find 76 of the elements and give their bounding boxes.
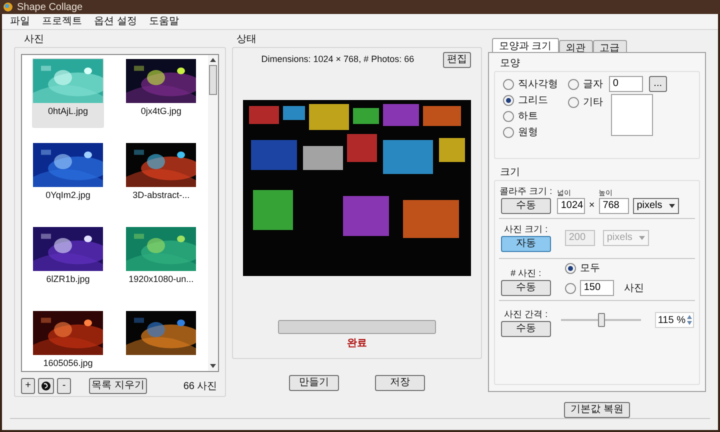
- menu-item[interactable]: 파일: [10, 14, 30, 29]
- radio-button[interactable]: [502, 94, 514, 106]
- file-name: 0htAjL.jpg: [48, 105, 88, 118]
- width-field[interactable]: 1024: [556, 198, 585, 214]
- mode-button[interactable]: 수동: [500, 198, 551, 214]
- file-name: 1920x1080-un...: [128, 273, 194, 286]
- clear-list-button[interactable]: 목록 지우기: [89, 378, 147, 394]
- app-icon: [3, 2, 13, 12]
- status-message: 완료: [347, 337, 368, 351]
- file-name: 6lZR1b.jpg: [46, 273, 90, 286]
- times-sign: ×: [588, 199, 595, 213]
- file-name: 0YqIm2.jpg: [46, 189, 90, 202]
- globe-button[interactable]: [38, 378, 54, 394]
- option-label: 원형: [518, 126, 538, 140]
- edit-button[interactable]: 편집: [442, 52, 471, 68]
- caret-icon: [668, 204, 675, 208]
- option-label: 직사각형: [518, 78, 558, 92]
- height-field[interactable]: 768: [598, 198, 629, 214]
- tab[interactable]: 모양과 크기: [492, 38, 559, 52]
- spacing-field[interactable]: 115 %: [654, 312, 694, 328]
- photo-item[interactable]: 3D-abstract-...: [125, 142, 198, 212]
- globe-icon: [41, 381, 51, 391]
- option-label: 그리드: [518, 94, 548, 108]
- remove-button[interactable]: -: [57, 378, 71, 394]
- group-title: 크기: [500, 166, 521, 180]
- spinner-icon: [686, 314, 694, 326]
- radio-button[interactable]: [502, 110, 514, 122]
- option-label: 사진: [624, 282, 644, 296]
- reset-button[interactable]: 기본값 복원: [564, 402, 630, 418]
- option-label: 기타: [582, 96, 603, 110]
- field-label: 콜라주 크기 :: [500, 184, 552, 198]
- menu-item[interactable]: 프로젝트: [42, 14, 82, 29]
- group-title: 상태: [236, 33, 258, 47]
- radio-button[interactable]: [568, 78, 579, 90]
- shape-preview: [610, 94, 653, 136]
- unit-dropdown[interactable]: pixels: [632, 198, 679, 214]
- mode-button[interactable]: 수동: [500, 280, 551, 296]
- menu-item[interactable]: 옵션 설정: [94, 14, 137, 29]
- radio-button[interactable]: [564, 282, 576, 294]
- file-name: 0jx4tG.jpg: [140, 105, 182, 118]
- option-label: 글자: [582, 78, 603, 92]
- file-name: 3D-abstract-...: [132, 189, 190, 202]
- photo-item[interactable]: 6lZR1b.jpg: [32, 226, 104, 296]
- tab[interactable]: 외관: [558, 40, 593, 52]
- photo-count-field[interactable]: 150: [580, 280, 614, 296]
- action-button[interactable]: 저장: [375, 375, 426, 391]
- radio-button[interactable]: [568, 96, 579, 108]
- radio-button[interactable]: [564, 263, 576, 274]
- spacing-slider[interactable]: [560, 313, 641, 327]
- browse-button[interactable]: ...: [648, 76, 667, 92]
- collage-info: Dimensions: 1024 × 768, # Photos: 66: [261, 53, 414, 66]
- photo-item[interactable]: 1920x1080-un...: [125, 226, 198, 296]
- file-name: 1605056.jpg: [43, 357, 93, 370]
- photo-item[interactable]: 0jx4tG.jpg: [125, 58, 198, 128]
- group-title: 사진: [24, 33, 45, 47]
- photo-item[interactable]: 0htAjL.jpg: [32, 58, 104, 128]
- add-button[interactable]: +: [21, 378, 35, 394]
- field-label: 사진 크기 :: [504, 222, 548, 236]
- photo-item[interactable]: 0YqIm2.jpg: [32, 142, 104, 212]
- window-title: Shape Collage: [17, 0, 83, 14]
- slider-thumb[interactable]: [598, 313, 605, 327]
- group-title: 모양: [500, 57, 521, 71]
- photo-item[interactable]: 1605056.jpg: [32, 310, 104, 371]
- caret-icon: [638, 236, 645, 240]
- option-label: 하트: [518, 110, 538, 124]
- option-label: 모두: [580, 262, 600, 276]
- tab[interactable]: 고급: [592, 40, 627, 52]
- photo-count: 66 사진: [183, 380, 218, 394]
- menu-item[interactable]: 도움말: [148, 14, 179, 29]
- text-field[interactable]: 0: [608, 76, 643, 92]
- mode-button[interactable]: 수동: [500, 321, 551, 337]
- radio-button[interactable]: [502, 78, 514, 90]
- field-label: # 사진 :: [510, 266, 542, 280]
- radio-button[interactable]: [502, 126, 514, 138]
- action-button[interactable]: 만들기: [289, 375, 340, 391]
- field-label: 사진 간격 :: [504, 308, 548, 320]
